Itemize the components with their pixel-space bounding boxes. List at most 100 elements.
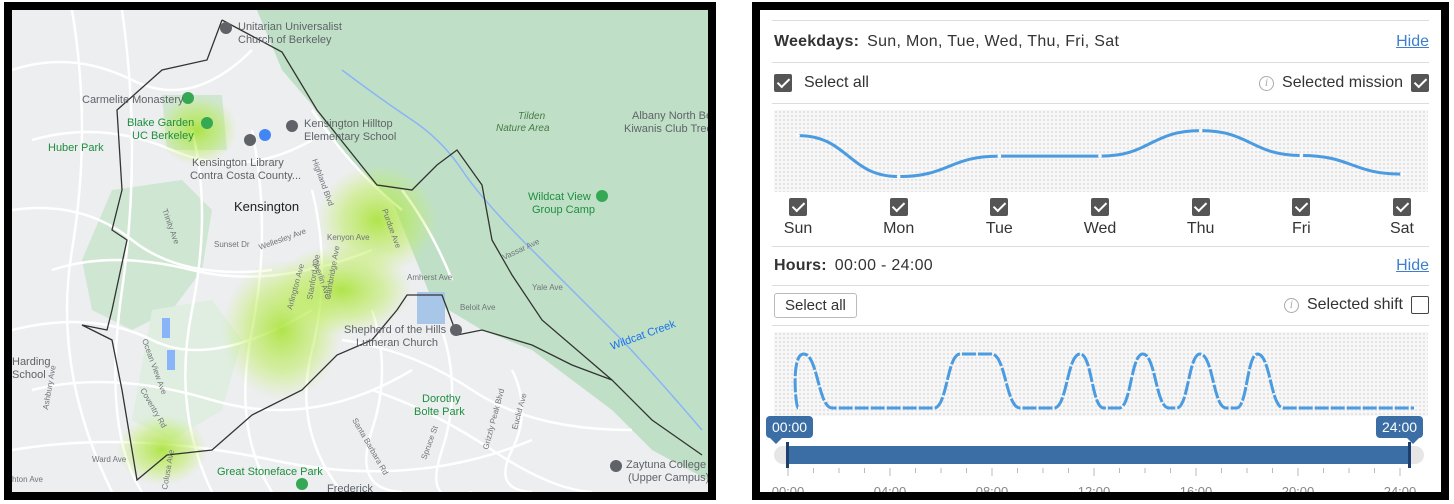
weekdays-hide-link[interactable]: Hide xyxy=(1396,33,1429,51)
selected-mission-checkbox[interactable] xyxy=(1411,74,1429,92)
label-albany-2: Kiwanis Club Tree G xyxy=(624,123,708,135)
label-kensington: Kensington xyxy=(234,199,299,214)
hours-select-all-button[interactable]: Select all xyxy=(774,292,857,318)
weekdays-value: Sun, Mon, Tue, Wed, Thu, Fri, Sat xyxy=(867,33,1120,50)
label-unitarian-2: Church of Berkeley xyxy=(238,34,332,46)
monastery-pin-icon xyxy=(182,92,194,104)
label-ward: Ward Ave xyxy=(92,455,127,464)
label-blake-2: UC Berkeley xyxy=(132,130,194,142)
day-checkbox-mon[interactable] xyxy=(889,198,908,216)
label-kensington-hilltop-2: Elementary School xyxy=(304,131,396,143)
college-pin-icon xyxy=(610,460,622,472)
hour-tick-label: 08:00 xyxy=(975,484,1009,499)
day-fri[interactable]: Fri xyxy=(1271,198,1331,238)
hours-activity-chart xyxy=(793,352,1414,410)
day-checkbox-tue[interactable] xyxy=(990,198,1009,216)
label-dorothy: Dorothy xyxy=(422,393,461,405)
hour-tick-label: 20:00 xyxy=(1281,484,1315,499)
label-stoneface: Great Stoneface Park xyxy=(217,466,323,478)
hour-tick-label: 24:00 xyxy=(1383,484,1417,499)
weekday-point-sun xyxy=(796,133,800,138)
map-panel[interactable]: Unitarian Universalist Church of Berkele… xyxy=(4,2,716,500)
day-tue[interactable]: Tue xyxy=(969,198,1029,238)
selected-mission-group: i Selected mission xyxy=(1259,74,1429,92)
divider xyxy=(772,103,1429,104)
label-shepherd: Shepherd of the Hills xyxy=(344,324,447,336)
range-start-handle[interactable] xyxy=(786,442,789,468)
label-ton-ave: hton Ave xyxy=(12,475,44,484)
label-albany: Albany North Berk xyxy=(632,110,708,122)
day-checkbox-sun[interactable] xyxy=(789,198,807,216)
weekday-point-thu xyxy=(1198,128,1203,133)
divider xyxy=(772,246,1429,247)
label-blake: Blake Garden xyxy=(127,117,194,129)
weekday-point-tue xyxy=(997,154,1002,158)
map-canvas[interactable]: Unitarian Universalist Church of Berkele… xyxy=(12,10,708,492)
label-zaytuna-2: (Upper Campus) xyxy=(628,472,708,484)
range-end-handle-label[interactable]: 24:00 xyxy=(1376,416,1424,444)
weekday-point-fri xyxy=(1299,153,1304,158)
church2-pin-icon xyxy=(450,324,462,336)
day-checkbox-sat[interactable] xyxy=(1393,198,1411,216)
day-sun[interactable]: Sun xyxy=(768,198,828,238)
label-wildcat-camp-2: Group Camp xyxy=(532,204,595,216)
info-icon[interactable]: i xyxy=(1283,297,1299,313)
hours-header: Hours: 00:00 - 24:00 Hide xyxy=(774,254,1429,278)
garden-pin-icon xyxy=(201,117,213,129)
range-start-handle-label[interactable]: 00:00 xyxy=(766,416,814,444)
label-zaytuna: Zaytuna College xyxy=(626,459,706,471)
hours-hide-link[interactable]: Hide xyxy=(1396,257,1429,275)
label-tilden: Tilden xyxy=(518,111,546,122)
info-icon[interactable]: i xyxy=(1259,75,1275,91)
label-huber: Huber Park xyxy=(48,142,104,154)
day-label-sat: Sat xyxy=(1389,220,1414,237)
label-wildcat-camp: Wildcat View xyxy=(528,191,591,203)
day-checkbox-wed[interactable] xyxy=(1091,198,1109,216)
label-harding: Harding xyxy=(12,356,51,368)
day-wed[interactable]: Wed xyxy=(1070,198,1130,238)
weekdays-controls: Select all i Selected mission xyxy=(774,70,1429,96)
label-library: Kensington Library xyxy=(192,157,284,169)
weekday-point-sat xyxy=(1400,172,1404,176)
day-checkbox-fri[interactable] xyxy=(1292,198,1311,216)
filter-panel: Weekdays: Sun, Mon, Tue, Wed, Thu, Fri, … xyxy=(752,2,1449,500)
label-unitarian: Unitarian Universalist xyxy=(238,21,342,33)
weekdays-header: Weekdays: Sun, Mon, Tue, Wed, Thu, Fri, … xyxy=(774,30,1429,54)
hour-tick-label: 12:00 xyxy=(1077,484,1111,499)
label-kenyon: Kenyon Ave xyxy=(327,233,370,242)
selected-mission-label: Selected mission xyxy=(1282,74,1403,91)
camp-pin-icon xyxy=(596,190,608,202)
selected-shift-checkbox[interactable] xyxy=(1411,296,1429,314)
label-library-2: Contra Costa County... xyxy=(190,170,301,182)
label-amherst: Amherst Ave xyxy=(407,273,453,282)
day-sat[interactable]: Sat xyxy=(1372,198,1432,238)
park-pin-icon xyxy=(296,478,308,490)
hour-tick-label: 16:00 xyxy=(1179,484,1213,499)
weekdays-select-all-label[interactable]: Select all xyxy=(804,74,869,92)
hour-tick-label: 00:00 xyxy=(771,484,805,499)
divider xyxy=(772,20,1429,21)
label-kensington-hilltop: Kensington Hilltop xyxy=(304,118,393,130)
weekdays-select-all-checkbox[interactable] xyxy=(774,74,792,92)
day-label-sun: Sun xyxy=(783,220,813,237)
divider xyxy=(772,62,1429,63)
selected-shift-group: i Selected shift xyxy=(1283,296,1429,314)
weekdays-label: Weekdays: xyxy=(774,33,860,50)
label-dorothy-2: Bolte Park xyxy=(414,406,465,418)
label-harding-2: School xyxy=(12,369,46,381)
hours-range-fill[interactable] xyxy=(788,446,1410,464)
range-end-handle[interactable] xyxy=(1408,442,1411,468)
hours-label: Hours: xyxy=(774,257,827,274)
day-label-thu: Thu xyxy=(1186,220,1215,237)
day-label-mon: Mon xyxy=(883,220,915,237)
weekday-activity-line xyxy=(797,129,1403,179)
day-checkbox-thu[interactable] xyxy=(1191,198,1210,216)
selected-shift-label: Selected shift xyxy=(1306,296,1403,313)
label-sunset: Sunset Dr xyxy=(214,240,250,249)
day-mon[interactable]: Mon xyxy=(869,198,929,238)
weekday-activity-chart xyxy=(796,128,1404,179)
day-thu[interactable]: Thu xyxy=(1171,198,1231,238)
hours-activity-line xyxy=(793,352,1414,410)
label-beloit: Beloit Ave xyxy=(460,303,496,312)
divider xyxy=(772,285,1429,286)
